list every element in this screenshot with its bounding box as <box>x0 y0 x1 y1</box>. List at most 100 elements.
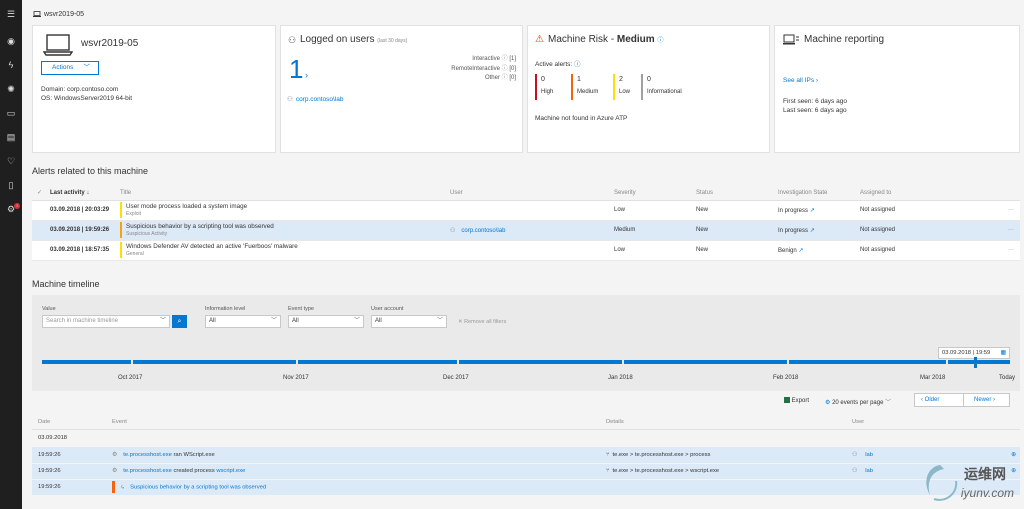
hamburger-menu-icon[interactable]: ☰ <box>5 8 17 20</box>
user-account-select[interactable]: All ﹀ <box>371 315 447 328</box>
external-link-icon[interactable]: ↗ <box>798 248 803 254</box>
alert-status: New <box>696 220 778 241</box>
more-options-icon[interactable]: ··· <box>1000 200 1020 221</box>
timeline-month-label: Nov 2017 <box>283 375 309 381</box>
excel-icon <box>784 397 790 403</box>
risk-bucket-medium[interactable]: 1 Medium <box>571 74 598 100</box>
col-investigation[interactable]: Investigation State <box>778 186 860 201</box>
timeline-slider-handle[interactable] <box>974 357 977 368</box>
logged-users-count[interactable]: 1 <box>289 54 303 85</box>
col-details[interactable]: Details <box>606 416 852 430</box>
machines-icon[interactable]: ▭ <box>5 107 17 119</box>
timeline-segment[interactable] <box>42 360 131 364</box>
event-process[interactable]: te.processhost.exe <box>123 452 172 458</box>
chevron-right-icon[interactable]: › <box>305 70 308 80</box>
remove-filters-button[interactable]: ✕ Remove all filters <box>458 319 506 325</box>
col-status[interactable]: Status <box>696 186 778 201</box>
event-process[interactable]: te.processhost.exe <box>123 468 172 474</box>
alert-user[interactable]: corp.contoso\lab <box>461 228 505 234</box>
date-group-row: 03.09.2018 <box>32 429 1020 447</box>
risk-bucket-informational[interactable]: 0 Informational <box>641 74 682 100</box>
logon-type-remote: RemoteInteractive ⓘ [0] <box>451 65 516 72</box>
events-per-page-select[interactable]: ⚙ 20 events per page ﹀ <box>825 397 891 406</box>
col-event-user[interactable]: User <box>852 416 1020 430</box>
timeline-month-label: Oct 2017 <box>118 375 143 381</box>
reports-icon[interactable]: ▤ <box>5 131 17 143</box>
dashboard-icon[interactable]: ◉ <box>5 35 17 47</box>
event-user[interactable]: lab <box>865 452 873 458</box>
server-icon[interactable]: ▯ <box>5 179 17 191</box>
search-button[interactable]: ⌕ <box>172 315 187 328</box>
timeline-segment[interactable] <box>298 360 457 364</box>
timeline-segment[interactable] <box>789 360 946 364</box>
logged-user-link[interactable]: ⚇ corp.contoso\lab <box>287 95 344 103</box>
event-target[interactable]: wscript.exe <box>216 468 245 474</box>
risk-bucket-high[interactable]: 0 High <box>535 74 553 100</box>
event-type-select[interactable]: All ﹀ <box>288 315 364 328</box>
timeline-event-row[interactable]: 19:59:26 ϟ Suspicious behavior by a script… <box>32 479 1020 496</box>
event-alert-title[interactable]: Suspicious behavior by a scripting tool … <box>130 485 266 491</box>
see-all-ips-link[interactable]: See all IPs › <box>783 77 818 84</box>
col-assigned[interactable]: Assigned to <box>860 186 1000 201</box>
col-date[interactable]: Date <box>32 416 112 430</box>
health-icon[interactable]: ♡ <box>5 155 17 167</box>
alert-assigned: Not assigned <box>860 220 1000 241</box>
machine-os: OS: WindowsServer2019 64-bit <box>41 95 133 102</box>
alert-user-cell[interactable] <box>450 200 614 221</box>
external-link-icon[interactable]: ↗ <box>810 208 815 214</box>
alert-title-cell[interactable]: User mode process loaded a system image E… <box>120 200 450 221</box>
external-link-icon[interactable]: ↗ <box>810 228 815 234</box>
timeline-search-input[interactable]: Search in machine timeline ﹀ <box>42 315 170 328</box>
col-event[interactable]: Event <box>112 416 606 430</box>
alert-user-cell[interactable]: ⚇ corp.contoso\lab <box>450 220 614 241</box>
timeline-month-label: Feb 2018 <box>773 375 799 381</box>
settings-notification-badge: ! <box>14 203 20 209</box>
event-details-cell: ⑂ te.exe > te.processhost.exe > process <box>606 447 852 464</box>
col-user[interactable]: User <box>450 186 614 201</box>
alert-investigation-cell[interactable]: In progress ↗ <box>778 200 860 221</box>
investigation-icon[interactable]: ✺ <box>5 83 17 95</box>
event-cell[interactable]: ⚙ te.processhost.exe created process wscr… <box>112 463 606 480</box>
col-severity[interactable]: Severity <box>614 186 696 201</box>
expand-icon[interactable]: ⊕ <box>1011 452 1016 458</box>
alert-title-cell[interactable]: Suspicious behavior by a scripting tool … <box>120 220 450 241</box>
timeline-segment[interactable] <box>459 360 622 364</box>
alert-investigation-cell[interactable]: Benign ↗ <box>778 240 860 261</box>
select-all-checkbox[interactable]: ✓ <box>32 186 50 201</box>
process-tree-icon: ⑂ <box>606 468 610 474</box>
alerts-header-row: ✓ Last activity ↓ Title User Severity St… <box>32 186 1020 201</box>
risk-bucket-low[interactable]: 2 Low <box>613 74 630 100</box>
event-type-label: Event type <box>288 306 314 312</box>
col-last-activity[interactable]: Last activity ↓ <box>50 186 120 201</box>
alert-row[interactable]: 03.09.2018 | 20:03:29 User mode process l… <box>32 200 1020 221</box>
older-button[interactable]: ‹ Older <box>914 393 964 407</box>
alerts-icon[interactable]: ϟ <box>5 59 17 71</box>
chevron-right-icon: › <box>815 77 819 84</box>
newer-button[interactable]: Newer › <box>963 393 1010 407</box>
timeline-event-row[interactable]: 19:59:26 ⚙ te.processhost.exe created proc… <box>32 463 1020 480</box>
event-user[interactable]: lab <box>865 468 873 474</box>
more-options-icon[interactable]: ··· <box>1000 220 1020 241</box>
actions-button[interactable]: Actions ﹀ <box>41 61 99 75</box>
timeline-segment[interactable] <box>948 360 1010 364</box>
timeline-segment[interactable] <box>133 360 296 364</box>
alert-row[interactable]: 03.09.2018 | 18:57:35 Windows Defender AV… <box>32 240 1020 261</box>
info-level-select[interactable]: All ﹀ <box>205 315 281 328</box>
alert-row[interactable]: 03.09.2018 | 19:59:26 Suspicious behavior… <box>32 220 1020 241</box>
row-checkbox[interactable] <box>32 200 50 221</box>
alert-status: New <box>696 240 778 261</box>
event-cell[interactable]: ϟ Suspicious behavior by a scripting tool… <box>112 479 606 496</box>
timeline-event-row[interactable]: 19:59:26 ⚙ te.processhost.exe ran WScript.… <box>32 447 1020 464</box>
close-icon: ✕ <box>458 319 463 325</box>
col-title[interactable]: Title <box>120 186 450 201</box>
alert-title-cell[interactable]: Windows Defender AV detected an active '… <box>120 240 450 261</box>
row-checkbox[interactable] <box>32 240 50 261</box>
alert-investigation-cell[interactable]: In progress ↗ <box>778 220 860 241</box>
event-cell[interactable]: ⚙ te.processhost.exe ran WScript.exe <box>112 447 606 464</box>
more-options-icon[interactable]: ··· <box>1000 240 1020 261</box>
timeline-segment[interactable] <box>624 360 787 364</box>
export-button[interactable]: Export <box>784 397 809 404</box>
alert-user-cell[interactable] <box>450 240 614 261</box>
row-checkbox[interactable] <box>32 220 50 241</box>
event-details: te.exe > te.processhost.exe > process <box>612 451 711 458</box>
